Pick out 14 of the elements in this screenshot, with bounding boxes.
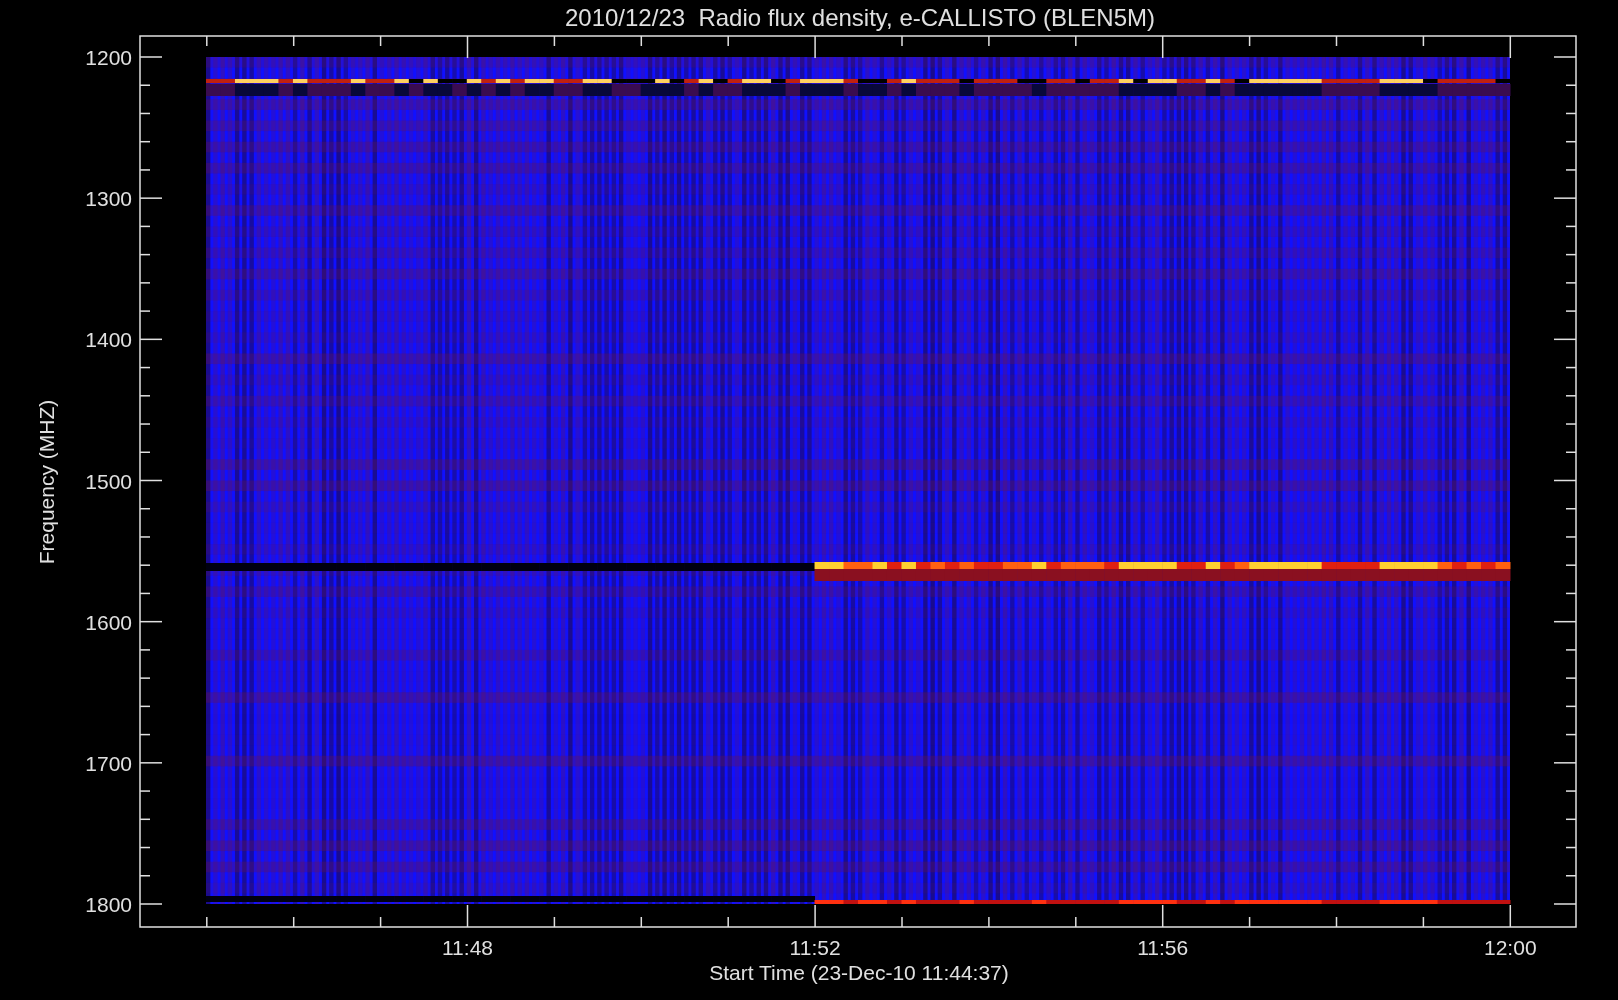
tick-label: 1500: [85, 469, 132, 493]
tick-label: 1600: [85, 610, 132, 634]
tick-label: 1200: [85, 46, 132, 69]
plot-title: 2010/12/23 Radio flux density, e-CALLISTO (BLEN5M): [564, 4, 1156, 31]
tick-label: 11:56: [1137, 936, 1189, 959]
tick-label: 1700: [85, 751, 132, 775]
axis-title: Frequency (MHZ): [35, 399, 58, 565]
tick-label: 12:00: [1484, 936, 1537, 959]
axis-title: Start Time (23-Dec-10 11:44:37): [709, 961, 1009, 984]
tick-label: 1800: [85, 893, 132, 916]
tick-label: 1400: [85, 328, 132, 352]
tick-label: 11:52: [789, 936, 841, 959]
tick-label: 1300: [85, 187, 132, 211]
tick-label: 11:48: [442, 936, 493, 959]
